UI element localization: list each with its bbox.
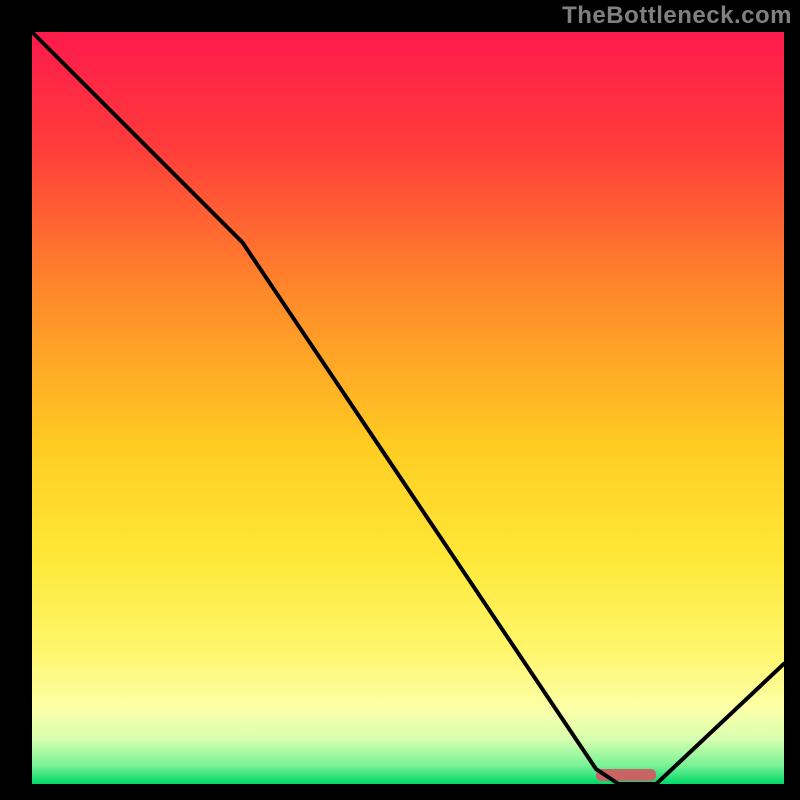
- watermark-text: TheBottleneck.com: [562, 2, 792, 30]
- chart-container: { "watermark": "TheBottleneck.com", "cha…: [0, 0, 800, 800]
- bottleneck-chart: [0, 0, 800, 800]
